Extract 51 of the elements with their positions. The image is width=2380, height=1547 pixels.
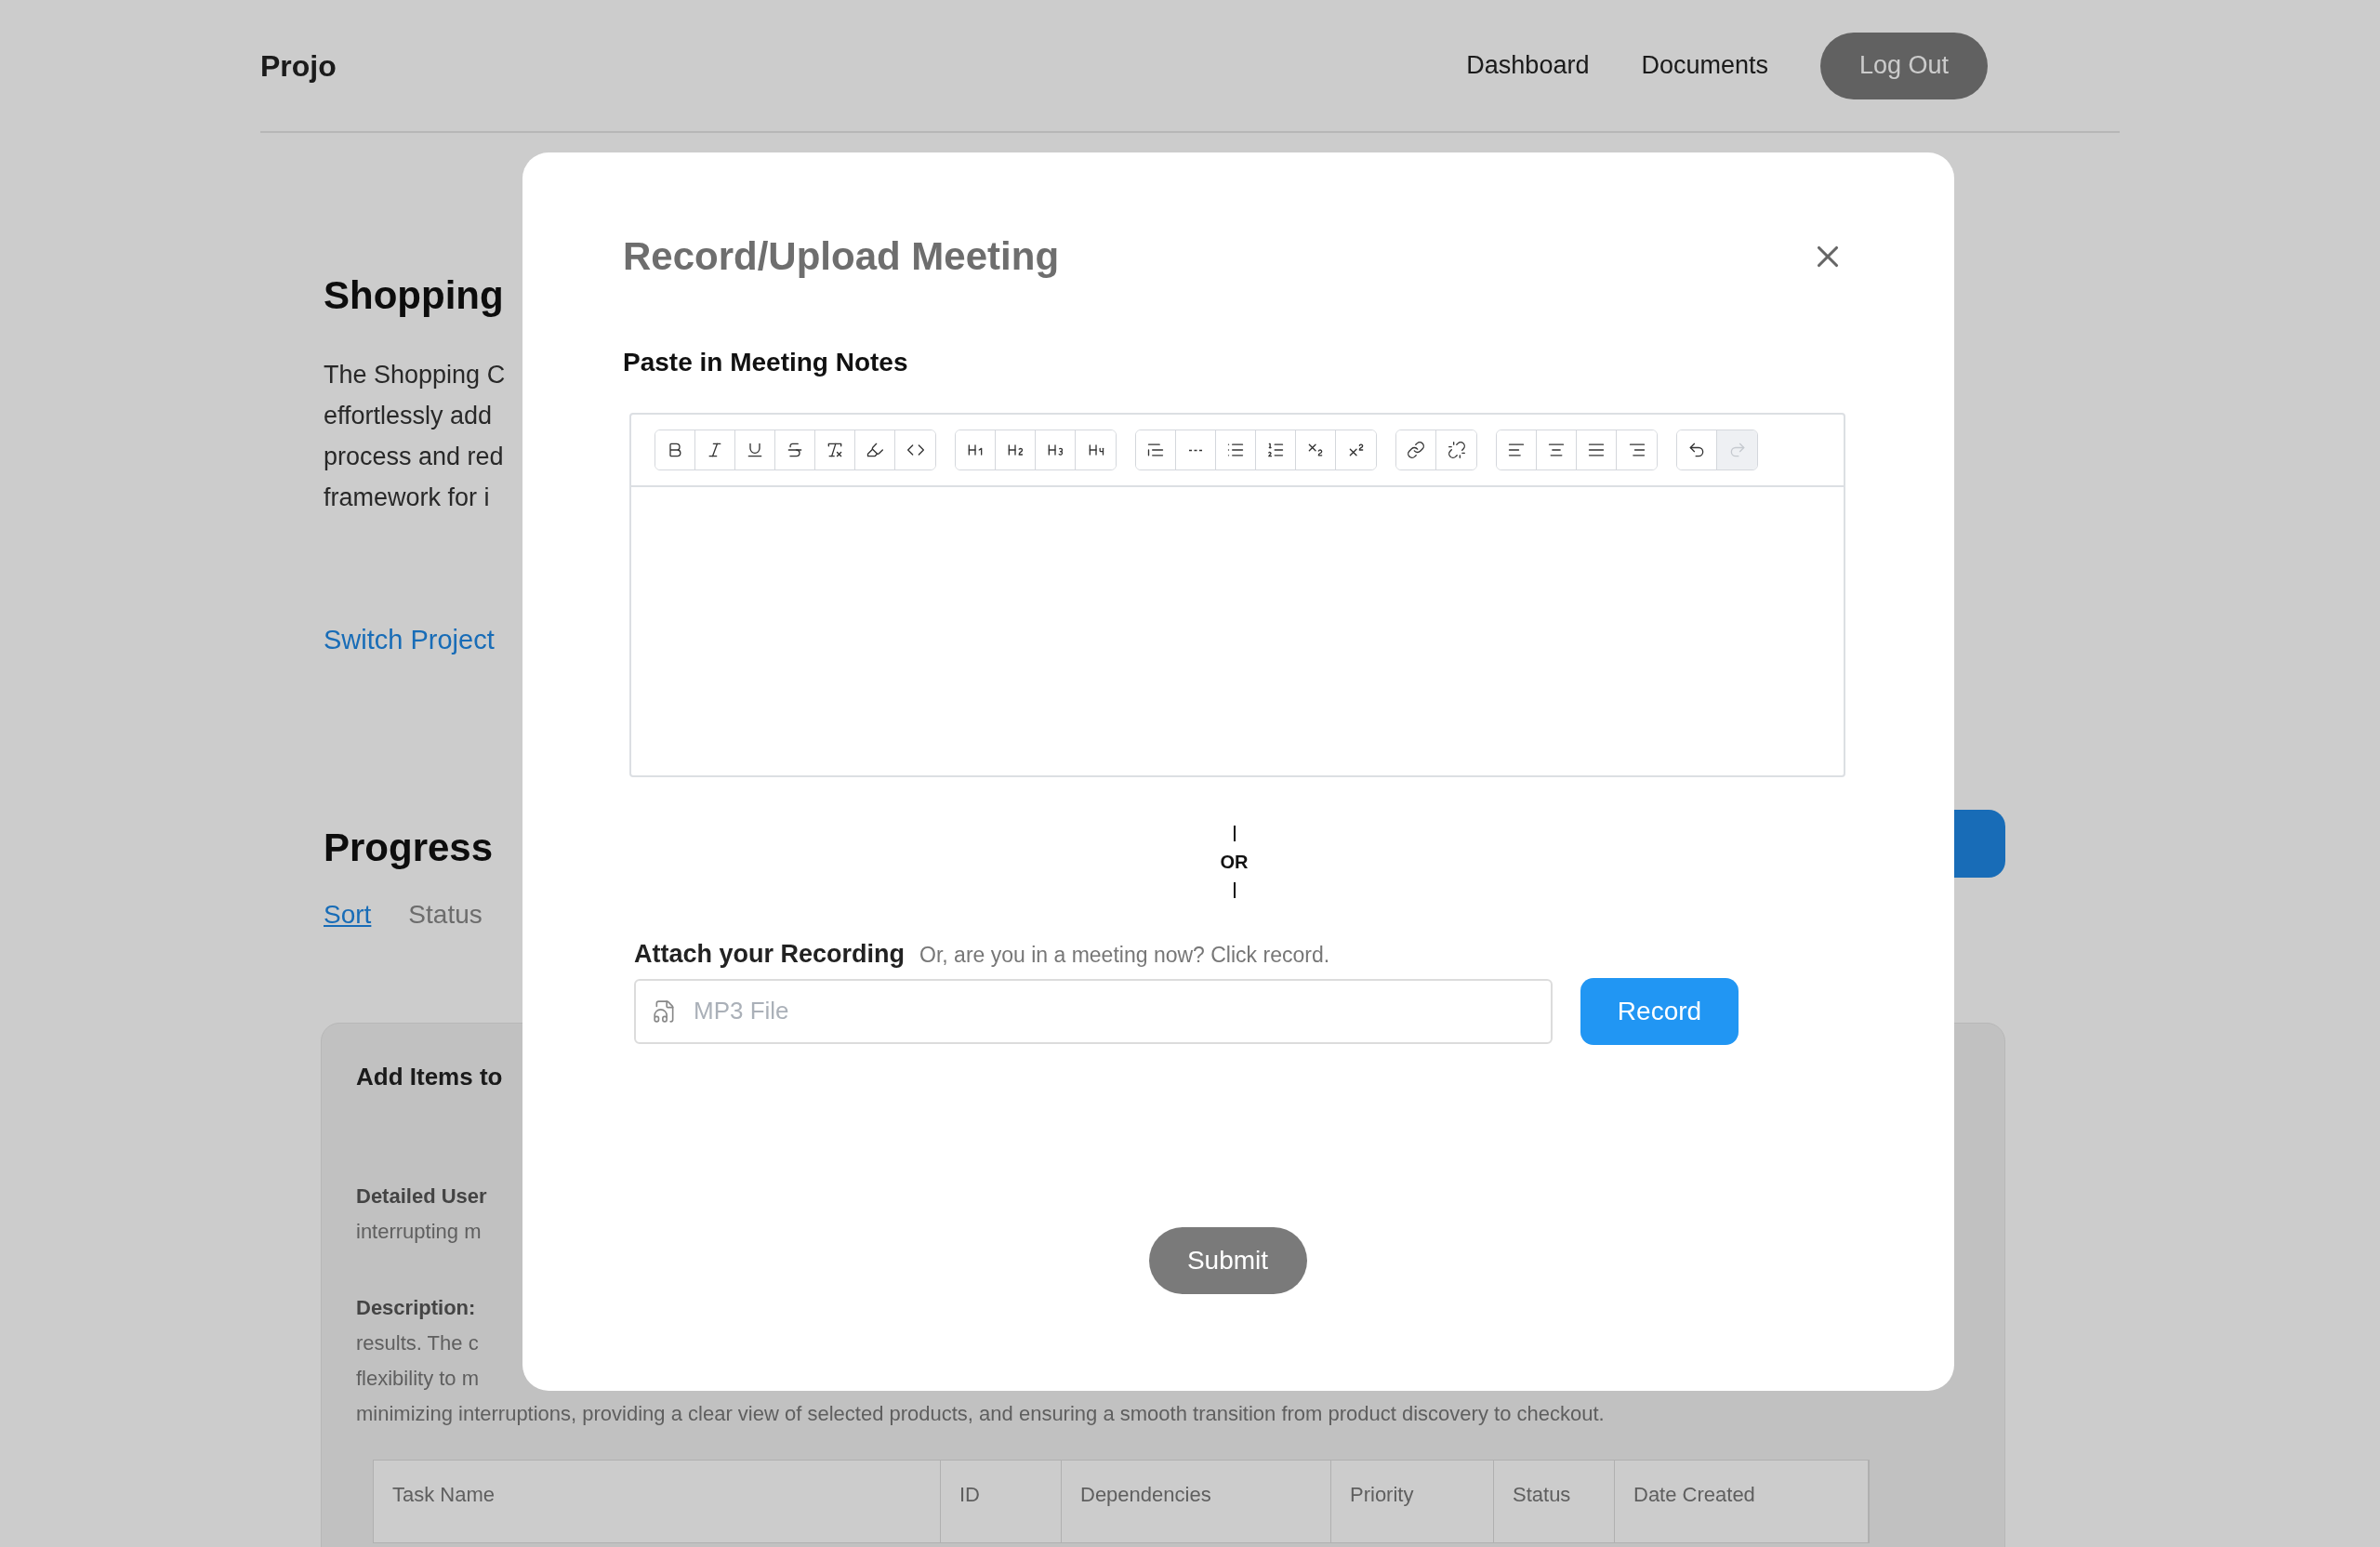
numbered-list-icon	[1266, 441, 1285, 459]
divider-line	[1233, 882, 1236, 898]
toolbar-button[interactable]	[1497, 430, 1537, 469]
table-header-cell: Dependencies	[1062, 1460, 1331, 1542]
modal-title: Record/Upload Meeting	[623, 234, 1060, 279]
description-label: Description:	[356, 1294, 476, 1321]
strikethrough-icon	[786, 441, 804, 459]
table-header-cell: Priority	[1331, 1460, 1494, 1542]
notes-label: Paste in Meeting Notes	[623, 348, 908, 377]
underline-icon	[746, 441, 764, 459]
unlink-icon	[1447, 441, 1466, 459]
description-text: The Shopping C	[324, 360, 506, 390]
toolbar-button[interactable]	[1396, 430, 1436, 469]
description-text: minimizing interruptions, providing a clear view of selected products, and ensuring a smooth transition from product discovery to checkout.	[356, 1400, 1605, 1427]
description-text: framework for i	[324, 483, 490, 513]
table-header-cell: Status	[1494, 1460, 1615, 1542]
filter-tab[interactable]: Status	[408, 894, 483, 934]
description-text: results. The c	[356, 1329, 479, 1356]
description-text: process and red	[324, 442, 504, 472]
submit-button[interactable]: Submit	[1148, 1226, 1307, 1294]
record-button[interactable]: Record	[1580, 977, 1739, 1045]
table-header-cell: Date Created	[1615, 1460, 1869, 1542]
section-title: Progress	[324, 824, 494, 871]
toolbar-button[interactable]	[1677, 430, 1717, 469]
clear-format-icon	[826, 441, 844, 459]
project-title: Shopping	[324, 272, 504, 319]
switch-project-link[interactable]: Switch Project	[324, 620, 495, 661]
filter-tab[interactable]: Sort	[324, 894, 372, 934]
story-text: interrupting m	[356, 1218, 482, 1245]
logout-button[interactable]: Log Out	[1820, 32, 1988, 99]
nav-link[interactable]: Documents	[1641, 46, 1768, 85]
description-text: effortlessly add	[324, 401, 493, 431]
table-header-cell: Task Name	[374, 1460, 941, 1542]
brand-logo[interactable]: Projo	[260, 43, 337, 88]
story-label: Detailed User	[356, 1183, 487, 1210]
table-header-cell: ID	[941, 1460, 1062, 1542]
horizontal-rule-icon	[1189, 448, 1202, 452]
toolbar-button[interactable]	[655, 430, 695, 469]
attach-hint: Or, are you in a meeting now? Click record.	[919, 942, 1330, 969]
undo-icon	[1687, 441, 1706, 459]
divider-line	[1233, 826, 1236, 841]
attach-label: Attach your Recording	[634, 939, 906, 969]
nav-link[interactable]: Dashboard	[1466, 46, 1590, 85]
description-text: flexibility to m	[356, 1365, 480, 1392]
file-input-field[interactable]: MP3 File	[634, 978, 1553, 1044]
link-icon	[1407, 441, 1425, 459]
or-text: OR	[1220, 853, 1249, 871]
subscript-icon	[1306, 441, 1325, 459]
toolbar-button[interactable]	[1136, 430, 1176, 469]
highlighter-icon	[866, 441, 884, 459]
card-title: Add Items to	[356, 1061, 504, 1092]
